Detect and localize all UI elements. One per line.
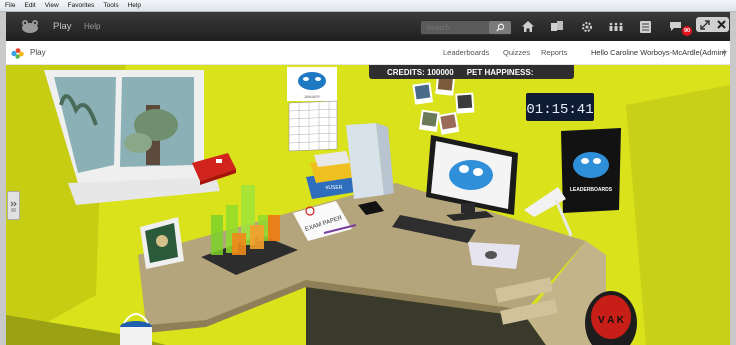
dashboard-icon[interactable] xyxy=(637,19,653,34)
notification-badge: 90 xyxy=(682,26,692,36)
browser-menu-bar: File Edit View Favorites Tools Help xyxy=(0,0,736,12)
calendar[interactable]: JANUARY xyxy=(287,67,338,152)
room-illustration: JANUARY 01:15:41 LEADERBOARDS EXAM PAPER… xyxy=(6,65,730,345)
play-logo-icon xyxy=(11,48,24,59)
home-icon[interactable] xyxy=(520,19,536,34)
credits-label: CREDITS: 100000 xyxy=(387,67,454,77)
expand-arrows-icon xyxy=(10,201,17,211)
leaderboards-link[interactable]: Leaderboards xyxy=(443,48,489,57)
play-nav-bar: Play Leaderboards Quizzes Reports Hello … xyxy=(6,41,730,65)
menu-favorites[interactable]: Favorites xyxy=(68,0,95,12)
menu-tools[interactable]: Tools xyxy=(103,0,118,12)
play-room-scene: JANUARY 01:15:41 LEADERBOARDS EXAM PAPER… xyxy=(6,65,730,345)
menu-help[interactable]: Help xyxy=(128,0,141,12)
play-nav-link[interactable]: Play xyxy=(53,21,71,32)
poster-text: LEADERBOARDS xyxy=(570,187,613,193)
quizzes-link[interactable]: Quizzes xyxy=(503,48,530,57)
search-button[interactable] xyxy=(489,21,511,34)
search-icon xyxy=(495,23,504,32)
help-nav-link[interactable]: Help xyxy=(84,22,100,31)
close-icon[interactable] xyxy=(716,20,726,29)
settings-icon[interactable] xyxy=(579,19,595,34)
side-panel-toggle[interactable] xyxy=(7,191,20,220)
files-icon[interactable] xyxy=(549,19,565,34)
digital-clock: 01:15:41 xyxy=(526,93,594,121)
chevron-down-icon[interactable] xyxy=(722,51,727,55)
calendar-month: JANUARY xyxy=(304,95,321,99)
mouse-icon[interactable] xyxy=(485,251,497,259)
menu-edit[interactable]: Edit xyxy=(24,0,35,12)
clock-time: 01:15:41 xyxy=(526,102,593,118)
people-icon[interactable] xyxy=(608,19,624,34)
messages-icon[interactable] xyxy=(667,19,683,34)
pet-happiness-label: PET HAPPINESS: xyxy=(466,67,534,77)
credits-banner: CREDITS: 100000 PET HAPPINESS: xyxy=(369,65,574,79)
bin-label: V A K xyxy=(598,315,625,326)
app-top-bar: Play Help 90 xyxy=(6,12,730,41)
window xyxy=(44,70,220,205)
book-title: eUSER xyxy=(326,185,343,191)
expand-icon[interactable] xyxy=(699,19,710,30)
leaderboards-poster[interactable]: LEADERBOARDS xyxy=(561,128,621,213)
frog-logo-icon[interactable] xyxy=(20,19,40,34)
menu-file[interactable]: File xyxy=(5,0,15,12)
window-controls xyxy=(696,17,729,32)
user-menu[interactable]: Hello Caroline Worboys-McArdle(Admin) xyxy=(591,48,726,57)
menu-view[interactable]: View xyxy=(45,0,59,12)
reports-link[interactable]: Reports xyxy=(541,48,567,57)
play-title: Play xyxy=(30,48,46,57)
